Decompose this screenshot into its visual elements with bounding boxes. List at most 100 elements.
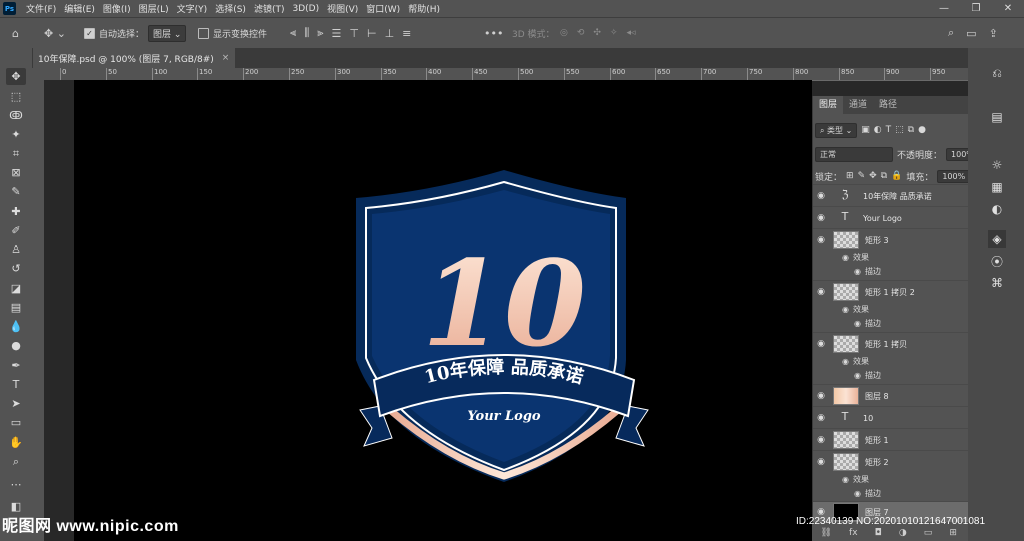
document-tab[interactable]: 10年保障.psd @ 100% (图层 7, RGB/8#) × xyxy=(32,48,236,68)
align-left-icon[interactable]: ⫷ xyxy=(290,26,296,40)
3d-roll-icon[interactable]: ⟲ xyxy=(577,28,585,38)
brush-tool-icon[interactable]: ✐ xyxy=(6,222,26,239)
light-panel-icon[interactable]: ☼ xyxy=(988,156,1006,174)
3d-orbit-icon[interactable]: ◎ xyxy=(560,28,568,38)
tab-layers[interactable]: 图层 xyxy=(813,96,844,114)
artboard[interactable]: 10 10年保障 品质承诺 Your Logo xyxy=(74,80,812,541)
menu-filter[interactable]: 滤镜(T) xyxy=(250,2,289,15)
close-tab-icon[interactable]: × xyxy=(222,53,230,63)
lasso-tool-icon[interactable]: ↂ xyxy=(6,107,26,124)
history-panel-icon[interactable]: ⎌ xyxy=(988,64,1006,82)
fill-input[interactable]: 100% xyxy=(937,169,971,183)
visibility-eye-icon[interactable]: ◉ xyxy=(813,213,829,223)
channels-panel-icon[interactable]: ⦿ xyxy=(988,252,1006,270)
search-icon[interactable]: ⌕ xyxy=(948,26,954,40)
blur-tool-icon[interactable]: 💧 xyxy=(6,318,26,335)
align-middle-icon[interactable]: ⊢ xyxy=(367,27,377,40)
minimize-button[interactable]: — xyxy=(928,0,960,17)
menu-3d[interactable]: 3D(D) xyxy=(288,4,323,14)
layer-row[interactable]: ◉ 矩形 3 fx xyxy=(813,228,985,251)
adjustment-layer-icon[interactable]: ◑ xyxy=(899,528,907,538)
eyedropper-tool-icon[interactable]: ✎ xyxy=(6,183,26,200)
workspace-icon[interactable]: ▭ xyxy=(966,27,976,40)
distribute-vertical-icon[interactable]: ≡ xyxy=(402,27,411,40)
move-tool-icon[interactable]: ✥ xyxy=(6,68,26,85)
adjustments-panel-icon[interactable]: ◐ xyxy=(988,200,1006,218)
magic-wand-tool-icon[interactable]: ✦ xyxy=(6,126,26,143)
layer-row[interactable]: ◉ 矩形 1 拷贝 2 fx xyxy=(813,280,985,303)
effect-stroke-row[interactable]: ◉ 描边 xyxy=(813,368,985,382)
effects-row[interactable]: ◉ 效果 xyxy=(813,302,985,316)
menu-window[interactable]: 窗口(W) xyxy=(362,2,404,15)
lock-paint-icon[interactable]: ✎ xyxy=(858,171,866,181)
menu-layer[interactable]: 图层(L) xyxy=(135,2,173,15)
layers-panel-icon[interactable]: ◈ xyxy=(988,230,1006,248)
properties-panel-icon[interactable]: ▤ xyxy=(988,108,1006,126)
align-bottom-icon[interactable]: ⊥ xyxy=(385,27,395,40)
type-tool-icon[interactable]: T xyxy=(6,376,26,393)
visibility-eye-icon[interactable]: ◉ xyxy=(813,287,829,297)
lock-pixels-icon[interactable]: ⊞ xyxy=(846,171,854,181)
new-layer-icon[interactable]: ⊞ xyxy=(949,528,957,538)
effects-row[interactable]: ◉ 效果 xyxy=(813,250,985,264)
filter-adjust-icon[interactable]: ◐ xyxy=(874,125,882,135)
blend-mode-dropdown[interactable]: 正常 xyxy=(815,146,893,162)
filter-smart-icon[interactable]: ⧉ xyxy=(908,125,914,135)
visibility-eye-icon[interactable]: ◉ xyxy=(813,391,829,401)
visibility-eye-icon[interactable]: ◉ xyxy=(813,457,829,467)
path-selection-tool-icon[interactable]: ➤ xyxy=(6,395,26,412)
lock-artboard-icon[interactable]: ⧉ xyxy=(881,171,887,181)
tab-paths[interactable]: 路径 xyxy=(873,96,903,114)
3d-pan-icon[interactable]: ✣ xyxy=(593,28,601,38)
visibility-eye-icon[interactable]: ◉ xyxy=(813,235,829,245)
add-style-icon[interactable]: fx xyxy=(849,528,858,538)
layer-row[interactable]: ◉ T 10 xyxy=(813,406,985,429)
align-top-icon[interactable]: ⊤ xyxy=(349,27,359,40)
menu-image[interactable]: 图像(I) xyxy=(99,2,135,15)
effect-stroke-row[interactable]: ◉ 描边 xyxy=(813,316,985,330)
menu-file[interactable]: 文件(F) xyxy=(22,2,60,15)
menu-view[interactable]: 视图(V) xyxy=(323,2,362,15)
layer-row[interactable]: ◉ ℨ 10年保障 品质承诺 xyxy=(813,184,985,207)
marquee-tool-icon[interactable]: ⬚ xyxy=(6,88,26,105)
show-transform-checkbox[interactable]: 显示变换控件 xyxy=(198,18,267,48)
zoom-tool-icon[interactable]: ⌕ xyxy=(6,453,26,470)
3d-camera-icon[interactable]: ◂◃ xyxy=(627,28,636,38)
auto-select-target-dropdown[interactable]: 图层 ⌄ xyxy=(148,18,187,48)
filter-text-icon[interactable]: T xyxy=(886,125,892,135)
filter-pixel-icon[interactable]: ▣ xyxy=(861,125,870,135)
effect-stroke-row[interactable]: ◉ 描边 xyxy=(813,264,985,278)
effect-stroke-row[interactable]: ◉ 描边 xyxy=(813,486,985,500)
healing-brush-tool-icon[interactable]: ✚ xyxy=(6,203,26,220)
more-tools-icon[interactable]: ⋯ xyxy=(6,476,26,493)
layer-row[interactable]: ◉ 图层 8 xyxy=(813,384,985,407)
move-tool-preset-icon[interactable]: ✥ ⌄ xyxy=(44,18,66,48)
crop-tool-icon[interactable]: ⌗ xyxy=(6,145,26,162)
visibility-eye-icon[interactable]: ◉ xyxy=(813,413,829,423)
add-mask-icon[interactable]: ◘ xyxy=(875,528,882,538)
align-right-icon[interactable]: ⫸ xyxy=(317,26,323,40)
align-center-icon[interactable]: ⫼ xyxy=(304,26,309,40)
dodge-tool-icon[interactable]: ● xyxy=(6,337,26,354)
hand-tool-icon[interactable]: ✋ xyxy=(6,434,26,451)
distribute-icon[interactable]: ☰ xyxy=(332,27,342,40)
new-group-icon[interactable]: ▭ xyxy=(924,528,933,538)
menu-select[interactable]: 选择(S) xyxy=(211,2,250,15)
history-brush-tool-icon[interactable]: ↺ xyxy=(6,260,26,277)
rectangle-tool-icon[interactable]: ▭ xyxy=(6,414,26,431)
layer-filter-dropdown[interactable]: ⌕ 类型 ⌄ xyxy=(815,122,858,138)
lock-move-icon[interactable]: ✥ xyxy=(869,171,877,181)
visibility-eye-icon[interactable]: ◉ xyxy=(813,191,829,201)
menu-help[interactable]: 帮助(H) xyxy=(404,2,444,15)
maximize-button[interactable]: ❐ xyxy=(960,0,992,17)
tab-channels[interactable]: 通道 xyxy=(843,96,873,114)
clone-stamp-tool-icon[interactable]: ♙ xyxy=(6,241,26,258)
pen-tool-icon[interactable]: ✒ xyxy=(6,357,26,374)
share-icon[interactable]: ⇪ xyxy=(989,27,998,40)
visibility-eye-icon[interactable]: ◉ xyxy=(813,435,829,445)
paths-panel-icon[interactable]: ⌘ xyxy=(988,274,1006,292)
auto-select-checkbox[interactable]: ✓ 自动选择： xyxy=(84,18,144,48)
close-window-button[interactable]: ✕ xyxy=(992,0,1024,17)
frame-tool-icon[interactable]: ⊠ xyxy=(6,164,26,181)
3d-slide-icon[interactable]: ✧ xyxy=(610,28,618,38)
